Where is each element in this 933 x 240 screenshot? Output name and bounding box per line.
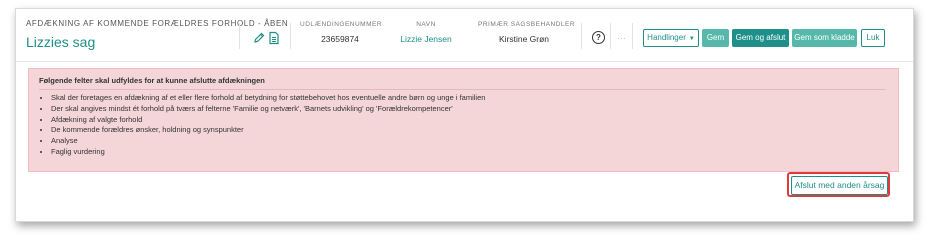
alert-list: Skal der foretages en afdækning af et el… [37, 93, 485, 158]
help-icon[interactable]: ? [592, 31, 605, 44]
alert-item: Faglig vurdering [51, 147, 485, 158]
alert-item: Der skal angives mindst ét forhold på tv… [51, 104, 485, 115]
close-with-other-reason-button[interactable]: Afslut med anden årsag [791, 176, 888, 195]
field-label: PRIMÆR SAGSBEHANDLER [478, 21, 576, 28]
field-value: Kirstine Grøn [498, 34, 550, 44]
field-primaer-sagsbehandler: PRIMÆR SAGSBEHANDLER Kirstine Grøn [478, 21, 576, 44]
alert-item: De kommende forældres ønsker, holdning o… [51, 125, 485, 136]
actions-label: Handlinger [647, 33, 686, 42]
validation-alert: Følgende felter skal udfyldes for at kun… [28, 68, 899, 172]
header-divider [632, 23, 633, 49]
case-header: AFDÆKNING AF KOMMENDE FORÆLDRES FORHOLD … [16, 9, 913, 62]
case-subtitle: AFDÆKNING AF KOMMENDE FORÆLDRES FORHOLD … [26, 19, 289, 28]
alert-item: Afdækning af valgte forhold [51, 115, 485, 126]
close-button[interactable]: Luk [861, 29, 885, 47]
caret-down-icon: ▼ [688, 36, 695, 42]
save-button[interactable]: Gem [702, 29, 729, 47]
alert-item: Skal der foretages en afdækning af et el… [51, 93, 485, 104]
field-label: NAVN [416, 21, 436, 28]
alert-item: Analyse [51, 136, 485, 147]
actions-dropdown-button[interactable]: Handlinger ▼ [643, 29, 699, 47]
field-udlaendingenummer: UDLÆNDINGENUMMER 23659874 [300, 21, 383, 44]
field-label: UDLÆNDINGENUMMER [300, 21, 383, 28]
document-icon[interactable] [267, 31, 281, 45]
header-divider [581, 23, 582, 49]
case-window: AFDÆKNING AF KOMMENDE FORÆLDRES FORHOLD … [15, 8, 914, 222]
header-divider [610, 23, 611, 49]
save-and-close-button[interactable]: Gem og afslut [732, 29, 789, 47]
alert-title: Følgende felter skal udfyldes for at kun… [39, 76, 265, 85]
pencil-icon[interactable] [252, 31, 266, 45]
header-divider [290, 23, 291, 49]
alert-divider [39, 89, 886, 90]
field-navn: NAVN Lizzie Jensen [386, 21, 466, 44]
field-value-name-link[interactable]: Lizzie Jensen [386, 34, 466, 44]
case-title: Lizzies sag [26, 34, 96, 50]
header-divider [239, 23, 240, 49]
ellipsis-icon[interactable]: … [617, 31, 626, 41]
field-value: 23659874 [321, 34, 359, 44]
save-draft-button[interactable]: Gem som kladde [792, 29, 857, 47]
